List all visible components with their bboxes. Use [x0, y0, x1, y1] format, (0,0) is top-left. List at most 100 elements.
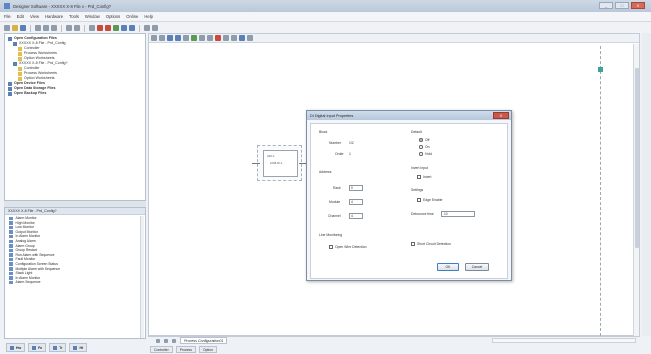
invert-label: Invert [423, 175, 432, 179]
block-icon [9, 253, 13, 257]
channel-stepper[interactable]: 4 [349, 213, 363, 219]
tab-process[interactable]: Process [175, 346, 196, 353]
default-hold-label: Hold [425, 152, 432, 156]
online-icon[interactable] [105, 25, 111, 31]
compare-icon[interactable] [144, 25, 150, 31]
block-title: ADI-1 [267, 154, 275, 158]
folder-icon [18, 46, 22, 51]
debounce-input[interactable]: 10 [441, 211, 475, 217]
block-icon [9, 225, 13, 230]
default-hold-radio[interactable] [419, 152, 423, 156]
pan-tool-icon[interactable] [159, 35, 165, 41]
grid-icon[interactable] [183, 35, 189, 41]
sheet-tab-bar: Process Configuration01 [148, 336, 640, 344]
function-palette-panel: XXXXX X-8 File - Prd_Config? Alarm Monit… [4, 207, 146, 339]
stop-icon[interactable] [97, 25, 103, 31]
block-icon [9, 216, 13, 221]
save-icon[interactable] [20, 25, 26, 31]
edge-enable-checkbox[interactable] [417, 198, 421, 202]
block-subtitle: 1008-DI-1 [270, 161, 283, 165]
block-icon [9, 262, 13, 266]
tab-history[interactable]: Ht [69, 343, 88, 352]
menu-file[interactable]: File [4, 14, 11, 19]
build-icon[interactable] [152, 25, 158, 31]
upload-icon[interactable] [129, 25, 135, 31]
menu-online[interactable]: Online [126, 14, 138, 19]
dialog-close-button[interactable]: X [493, 112, 509, 119]
align-icon[interactable] [207, 35, 213, 41]
sheet-nav-next-icon[interactable] [172, 338, 176, 343]
open-wire-checkbox[interactable] [329, 245, 333, 249]
copy-icon[interactable] [43, 25, 49, 31]
sheet-nav-prev-icon[interactable] [164, 338, 168, 343]
menu-edit[interactable]: Edit [17, 14, 24, 19]
text-tool-icon[interactable] [199, 35, 205, 41]
undo-icon[interactable] [66, 25, 72, 31]
menu-window[interactable]: Window [85, 14, 100, 19]
invert-checkbox[interactable] [417, 175, 421, 179]
module-stepper[interactable]: 4 [349, 199, 363, 205]
new-file-icon[interactable] [4, 25, 10, 31]
tab-hardware[interactable]: Hw [6, 343, 26, 352]
address-section-label: Address [319, 170, 332, 174]
sheet-nav-first-icon[interactable] [156, 338, 160, 343]
project-tree: Open Configuration Files XXXXX X-8 File … [5, 34, 145, 98]
menu-view[interactable]: View [30, 14, 39, 19]
menu-help[interactable]: Help [144, 14, 153, 19]
short-circuit-checkbox[interactable] [411, 242, 415, 246]
config-icon [13, 41, 17, 46]
run-icon[interactable] [113, 25, 119, 31]
folder-icon [18, 66, 22, 71]
block-body[interactable]: ADI-1 1008-DI-1 [263, 150, 298, 177]
ok-button[interactable]: OK [437, 263, 459, 271]
print-icon[interactable] [223, 35, 229, 41]
palette-list: Alarm Monitor High Monitor Low Monitor O… [5, 215, 145, 286]
cancel-button[interactable]: Cancel [465, 263, 489, 271]
tab-controller[interactable]: Controller [150, 346, 173, 353]
block-icon [9, 248, 13, 253]
paste-icon[interactable] [51, 25, 57, 31]
zoom-out-icon[interactable] [175, 35, 181, 41]
hardware-icon [10, 345, 14, 350]
find-icon[interactable] [231, 35, 237, 41]
open-folder-icon[interactable] [12, 25, 18, 31]
block-icon [9, 244, 13, 248]
redo-icon[interactable] [74, 25, 80, 31]
default-off-radio[interactable] [419, 138, 423, 142]
scrollbar-thumb[interactable] [635, 68, 639, 248]
delete-icon[interactable] [215, 35, 221, 41]
help-icon[interactable] [89, 25, 95, 31]
download-icon[interactable] [121, 25, 127, 31]
rack-stepper[interactable]: 0 [349, 185, 363, 191]
block-input-pin[interactable] [252, 163, 260, 164]
select-tool-icon[interactable] [151, 35, 157, 41]
minimize-button[interactable]: _ [599, 2, 613, 9]
menu-hardware[interactable]: Hardware [45, 14, 63, 19]
tab-option[interactable]: Option [198, 346, 217, 353]
cut-icon[interactable] [35, 25, 41, 31]
window-controls: _ □ X [599, 2, 645, 9]
toolbar-divider [139, 24, 140, 32]
tab-functions[interactable]: Fn [28, 343, 47, 352]
wire-tool-icon[interactable] [191, 35, 197, 41]
arrow-icon[interactable] [247, 35, 253, 41]
sheet-tab-process-configuration[interactable]: Process Configuration01 [180, 337, 228, 344]
canvas-vertical-scrollbar[interactable] [633, 44, 639, 336]
close-window-button[interactable]: X [631, 2, 645, 9]
properties-icon[interactable] [239, 35, 245, 41]
menu-tools[interactable]: Tools [69, 14, 79, 19]
palette-item[interactable]: Alarm Sequence [9, 280, 141, 285]
dialog-body: Block Number 1/2 Order 1 Address Rack 0 … [310, 123, 508, 279]
tree-item[interactable]: Open Backup Files [8, 91, 142, 96]
folder-icon [8, 86, 12, 91]
canvas-horizontal-scrollbar[interactable] [492, 338, 636, 343]
function-icon [32, 345, 37, 350]
zoom-in-icon[interactable] [167, 35, 173, 41]
maximize-button[interactable]: □ [615, 2, 629, 9]
menu-options[interactable]: Options [106, 14, 120, 19]
digital-input-block[interactable]: ADI-1 1008-DI-1 [252, 145, 307, 181]
tree-icon [53, 345, 58, 350]
palette-scrollbar[interactable] [140, 216, 144, 338]
default-on-radio[interactable] [419, 145, 423, 149]
tab-tree[interactable]: Tr [49, 343, 67, 352]
